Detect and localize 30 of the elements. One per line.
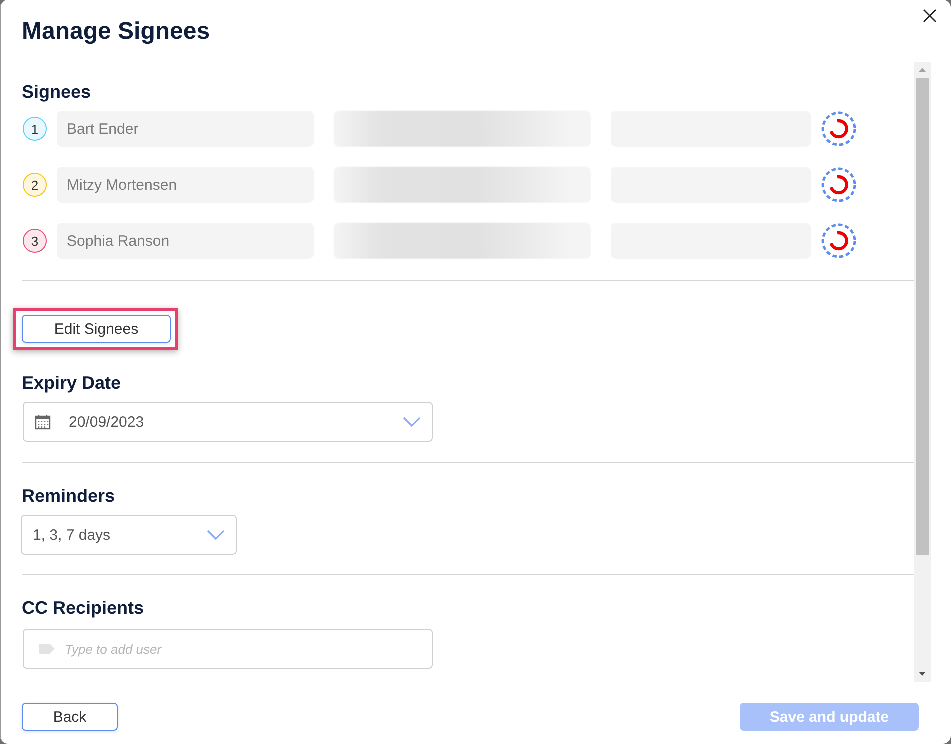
name-field[interactable]: Mitzy Mortensen [57,167,314,203]
date-field[interactable]: 20/09/2023 [23,402,433,442]
back-button[interactable]: Back [22,703,118,731]
section-heading: Expiry Date [22,372,122,394]
blurred-email-field[interactable] [334,223,591,259]
number-badge: 3 [23,229,47,253]
dialog-title: Manage Signees [22,17,210,47]
calendar-icon [35,414,51,430]
status-ring-icon [821,223,857,259]
name-field[interactable]: Bart Ender [57,111,314,147]
number-badge: 2 [23,173,47,197]
blurred-email-field[interactable] [334,167,591,203]
number-badge: 1 [23,117,47,141]
chevron-down-icon [207,530,225,540]
name-field[interactable]: Sophia Ranson [57,223,314,259]
section-heading: CC Recipients [22,597,146,619]
tag-icon [39,644,55,654]
scrollbar-thumb[interactable] [916,78,929,555]
close-icon [923,9,937,23]
section-heading: Signees [22,81,92,103]
reminders-select[interactable]: 1, 3, 7 days [21,515,237,555]
recipients-input-field[interactable]: Type to add user [23,629,433,669]
status-ring-icon [821,167,857,203]
status-ring-icon [821,111,857,147]
blurred-email-field[interactable] [334,111,591,147]
section-heading: Reminders [22,485,116,507]
edit-signees-button[interactable]: Edit Signees [22,315,171,343]
scrollbar[interactable] [914,62,931,682]
close-button[interactable] [922,8,938,24]
chevron-down-icon [403,417,421,427]
